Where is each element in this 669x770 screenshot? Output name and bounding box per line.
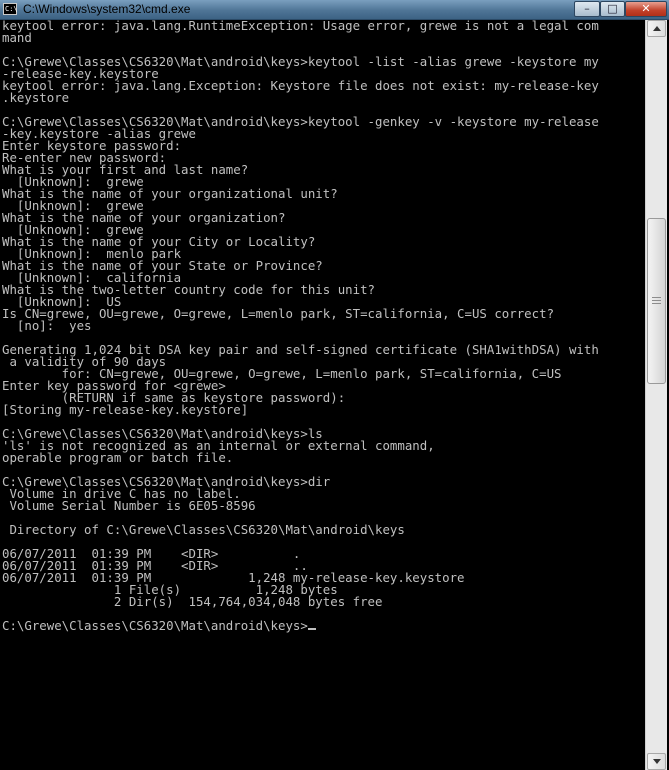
window-title: C:\Windows\system32\cmd.exe [23,2,191,16]
console-line: Directory of C:\Grewe\Classes\CS6320\Mat… [2,522,405,537]
text-cursor [307,628,316,630]
console-line: operable program or batch file. [2,450,234,465]
cmd-window: C:\ C:\Windows\system32\cmd.exe – □ ✕ ke… [0,0,669,770]
scroll-up-button[interactable] [647,20,666,37]
app-icon-label: C:\ [5,5,18,13]
arrow-down-icon [652,759,661,764]
console-line: keytool error: java.lang.RuntimeExceptio… [2,20,599,33]
grip-line [652,303,661,304]
console-line: .keystore [2,90,70,105]
scroll-thumb[interactable] [647,218,666,384]
console-line: mand [2,30,32,45]
vertical-scrollbar[interactable] [645,20,667,770]
arrow-up-icon [652,26,661,31]
console-output[interactable]: keytool error: java.lang.RuntimeExceptio… [2,20,645,770]
console-line: Volume Serial Number is 6E05-8596 [2,498,256,513]
console-line: [no]: yes [2,318,92,333]
grip-line [652,297,661,298]
window-controls: – □ ✕ [574,1,667,17]
console-line: 2 Dir(s) 154,764,034,048 bytes free [2,594,383,609]
console-line: [Storing my-release-key.keystore] [2,402,249,417]
grip-line [652,300,661,301]
minimize-button[interactable]: – [574,1,600,17]
cmd-app-icon[interactable]: C:\ [3,3,18,15]
close-button[interactable]: ✕ [625,1,667,17]
scroll-down-button[interactable] [647,753,666,770]
console-line: C:\Grewe\Classes\CS6320\Mat\android\keys… [2,619,316,632]
title-bar[interactable]: C:\ C:\Windows\system32\cmd.exe – □ ✕ [0,0,669,20]
console-line: keytool error: java.lang.Exception: Keys… [2,78,599,93]
maximize-button[interactable]: □ [600,1,625,17]
